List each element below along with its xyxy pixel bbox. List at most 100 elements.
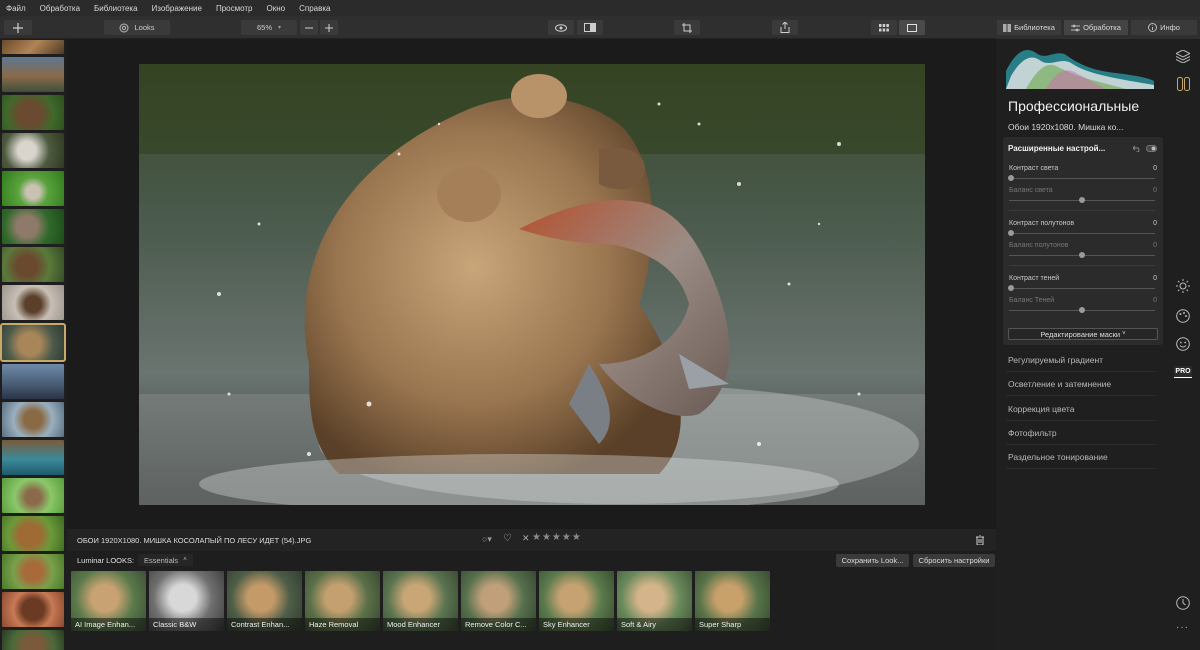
- mask-edit-button[interactable]: Редактирование маски ˅: [1008, 328, 1158, 340]
- slider-midtone-contrast[interactable]: [1009, 233, 1155, 234]
- filmstrip: [0, 39, 67, 650]
- filmstrip-thumbnail[interactable]: [2, 95, 64, 130]
- filmstrip-thumbnail-selected[interactable]: [0, 323, 66, 362]
- palette-icon[interactable]: [1176, 309, 1190, 323]
- add-button[interactable]: [4, 20, 32, 35]
- save-look-button[interactable]: Сохранить Look...: [836, 554, 909, 567]
- layers-icon[interactable]: [1176, 50, 1190, 63]
- look-preset[interactable]: Remove Color C...: [461, 571, 536, 631]
- divider: [1006, 395, 1156, 396]
- filmstrip-thumbnail[interactable]: [2, 247, 64, 282]
- tab-edit[interactable]: Обработка: [1064, 20, 1128, 35]
- eye-icon: [555, 23, 567, 32]
- menu-library[interactable]: Библиотека: [88, 4, 146, 13]
- heart-icon[interactable]: ♡: [503, 533, 512, 544]
- menu-file[interactable]: Файл: [0, 4, 34, 13]
- slider-knob[interactable]: [1079, 252, 1085, 258]
- slider-knob[interactable]: [1008, 230, 1014, 236]
- zoom-out-button[interactable]: [300, 20, 318, 35]
- slider-highlight-contrast[interactable]: [1009, 178, 1155, 179]
- filmstrip-thumbnail[interactable]: [2, 364, 64, 399]
- menu-image[interactable]: Изображение: [146, 4, 210, 13]
- zoom-select[interactable]: 65% ▾: [241, 20, 297, 35]
- menu-window[interactable]: Окно: [260, 4, 293, 13]
- portrait-face-icon[interactable]: [1176, 337, 1190, 351]
- history-clock-icon[interactable]: [1176, 596, 1190, 610]
- tab-edit-label: Обработка: [1083, 23, 1121, 32]
- library-icon: [1003, 23, 1012, 32]
- look-preset[interactable]: Classic B&W: [149, 571, 224, 631]
- filmstrip-thumbnail[interactable]: [2, 478, 64, 513]
- trash-icon[interactable]: [976, 535, 984, 545]
- undo-icon[interactable]: [1133, 145, 1141, 152]
- workspace-title[interactable]: Профессиональные: [1008, 98, 1139, 114]
- slider-knob[interactable]: [1008, 175, 1014, 181]
- look-preset[interactable]: Sky Enhancer: [539, 571, 614, 631]
- toggle-visibility-icon[interactable]: [1146, 145, 1157, 152]
- tool-dodge-burn[interactable]: Осветление и затемнение: [1008, 379, 1111, 389]
- looks-category-dropdown[interactable]: Essentials ˄: [138, 554, 193, 566]
- filmstrip-thumbnail[interactable]: [2, 133, 64, 168]
- tool-photo-filter[interactable]: Фотофильтр: [1008, 428, 1057, 438]
- pro-tools-icon[interactable]: PRO: [1174, 366, 1192, 378]
- tab-library[interactable]: Библиотека: [997, 20, 1061, 35]
- menu-edit[interactable]: Обработка: [34, 4, 88, 13]
- share-button[interactable]: [772, 20, 798, 35]
- zoom-in-button[interactable]: [320, 20, 338, 35]
- slider-value: 0: [1153, 275, 1157, 282]
- filmstrip-thumbnail[interactable]: [2, 630, 64, 650]
- crop-button[interactable]: [674, 20, 700, 35]
- filmstrip-thumbnail[interactable]: [2, 440, 64, 475]
- preview-toggle-button[interactable]: [548, 20, 574, 35]
- tab-info[interactable]: Инфо: [1131, 20, 1197, 35]
- slider-label: Баланс полутонов: [1009, 242, 1069, 249]
- look-preset[interactable]: Super Sharp: [695, 571, 770, 631]
- slider-label: Контраст света: [1009, 165, 1059, 172]
- reset-settings-button[interactable]: Сбросить настройки: [913, 554, 995, 567]
- filmstrip-thumbnail[interactable]: [2, 171, 64, 206]
- look-preset[interactable]: Contrast Enhan...: [227, 571, 302, 631]
- single-view-button[interactable]: [899, 20, 925, 35]
- filmstrip-thumbnail[interactable]: [2, 40, 64, 54]
- filter-title[interactable]: Расширенные настрой...: [1008, 144, 1105, 153]
- look-preset-label: Sky Enhancer: [539, 618, 614, 631]
- slider-value: 0: [1153, 187, 1157, 194]
- filmstrip-thumbnail[interactable]: [2, 57, 64, 92]
- look-preset-label: Soft & Airy: [617, 618, 692, 631]
- look-preset-label: Contrast Enhan...: [227, 618, 302, 631]
- slider-knob[interactable]: [1079, 307, 1085, 313]
- filmstrip-thumbnail[interactable]: [2, 209, 64, 244]
- compare-button[interactable]: [577, 20, 603, 35]
- slider-label: Контраст теней: [1009, 275, 1060, 282]
- star-rating[interactable]: ★★★★★: [532, 532, 582, 543]
- looks-button[interactable]: Looks: [104, 20, 170, 35]
- color-label-icon[interactable]: ○▾: [482, 534, 492, 545]
- filmstrip-thumbnail[interactable]: [2, 285, 64, 320]
- slider-shadow-contrast[interactable]: [1009, 288, 1155, 289]
- look-preset[interactable]: Soft & Airy: [617, 571, 692, 631]
- sun-icon[interactable]: [1176, 279, 1190, 293]
- filmstrip-thumbnail[interactable]: [2, 402, 64, 437]
- filmstrip-thumbnail[interactable]: [2, 592, 64, 627]
- reject-icon[interactable]: ✕: [522, 533, 530, 544]
- tool-color-correction[interactable]: Коррекция цвета: [1008, 404, 1074, 414]
- slider-value: 0: [1153, 297, 1157, 304]
- look-preset[interactable]: Mood Enhancer: [383, 571, 458, 631]
- filmstrip-thumbnail[interactable]: [2, 516, 64, 551]
- tool-split-toning[interactable]: Раздельное тонирование: [1008, 452, 1108, 462]
- look-preset[interactable]: Haze Removal: [305, 571, 380, 631]
- grid-view-button[interactable]: [871, 20, 897, 35]
- main-photo[interactable]: [139, 64, 925, 505]
- crop-icon: [682, 22, 692, 33]
- slider-knob[interactable]: [1008, 285, 1014, 291]
- more-options-icon[interactable]: ···: [1176, 622, 1189, 633]
- menu-help[interactable]: Справка: [293, 4, 338, 13]
- menu-view[interactable]: Просмотр: [210, 4, 261, 13]
- tool-graduated-filter[interactable]: Регулируемый градиент: [1008, 355, 1103, 365]
- image-filename: ОБОИ 1920X1080. МИШКА КОСОЛАПЫЙ ПО ЛЕСУ …: [77, 536, 312, 545]
- slider-knob[interactable]: [1079, 197, 1085, 203]
- adjustments-icon[interactable]: [1177, 77, 1190, 91]
- look-preset[interactable]: AI Image Enhan...: [71, 571, 146, 631]
- slider-label: Баланс света: [1009, 187, 1053, 194]
- filmstrip-thumbnail[interactable]: [2, 554, 64, 589]
